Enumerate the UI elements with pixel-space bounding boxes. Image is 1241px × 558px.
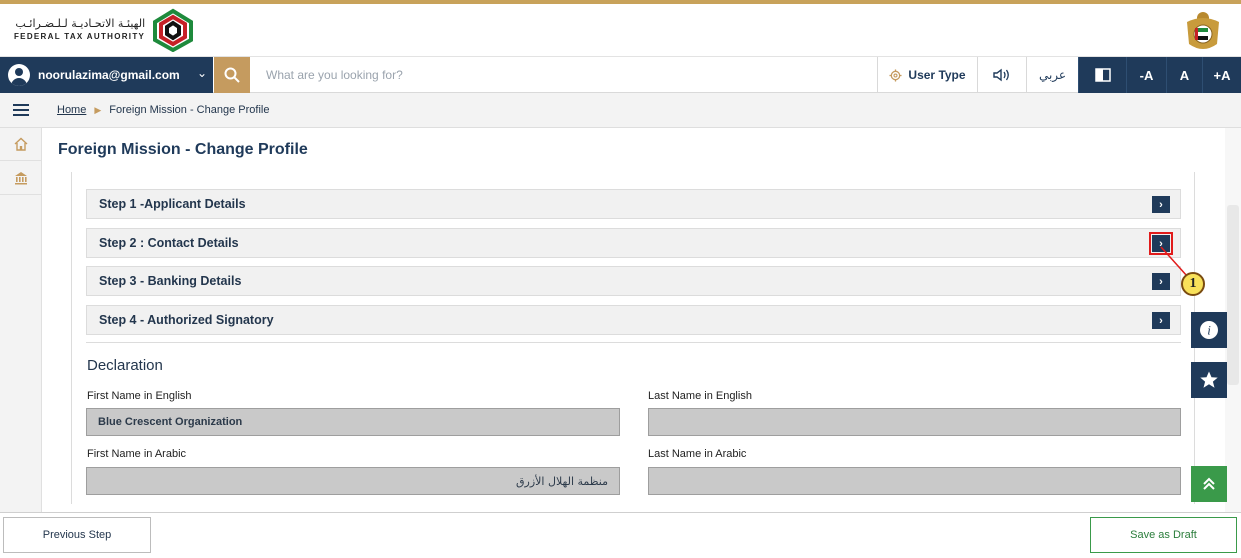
step-4-authorized-signatory[interactable]: Step 4 - Authorized Signatory › (86, 305, 1181, 335)
breadcrumb-home-link[interactable]: Home (57, 104, 86, 116)
chevron-right-icon[interactable]: › (1152, 312, 1170, 329)
last-name-en-field[interactable] (648, 408, 1181, 436)
svg-text:i: i (1207, 323, 1211, 338)
brand-header: الهيئـة الاتحـاديـة لـلـضـرائـب FEDERAL … (0, 4, 1241, 57)
scrollbar-thumb[interactable] (1227, 205, 1239, 385)
last-name-ar-label: Last Name in Arabic (648, 448, 747, 460)
bank-icon (15, 172, 27, 185)
gear-icon (889, 68, 902, 82)
info-button[interactable]: i (1191, 312, 1227, 348)
speaker-icon (993, 68, 1009, 82)
read-aloud-button[interactable] (977, 57, 1026, 93)
step-3-banking-details[interactable]: Step 3 - Banking Details › (86, 266, 1181, 296)
save-as-draft-button[interactable]: Save as Draft (1090, 517, 1237, 553)
fta-logo-mark-icon (153, 8, 194, 52)
contrast-icon (1094, 68, 1111, 82)
step-label: Step 3 - Banking Details (99, 274, 242, 288)
step-2-contact-details[interactable]: Step 2 : Contact Details › (86, 228, 1181, 258)
sidebar-item-bank[interactable] (0, 162, 42, 195)
main-navbar: noorulazima@gmail.com ⌄ User Type عربي (0, 57, 1241, 93)
step-label: Step 4 - Authorized Signatory (99, 313, 274, 327)
star-icon (1200, 371, 1218, 388)
fta-logo[interactable]: الهيئـة الاتحـاديـة لـلـضـرائـب FEDERAL … (14, 8, 195, 52)
font-normal-button[interactable]: A (1166, 57, 1202, 93)
first-name-en-label: First Name in English (87, 390, 192, 402)
breadcrumb-separator-icon: ▶ (94, 104, 102, 115)
logo-arabic-name: الهيئـة الاتحـاديـة لـلـضـرائـب (15, 17, 146, 30)
user-menu[interactable]: noorulazima@gmail.com ⌄ (0, 57, 213, 93)
user-email: noorulazima@gmail.com (38, 68, 180, 82)
language-switch[interactable]: عربي (1026, 57, 1078, 93)
user-type-label: User Type (908, 68, 966, 82)
breadcrumb: Home ▶ Foreign Mission - Change Profile (57, 104, 269, 116)
info-icon: i (1200, 321, 1218, 339)
contrast-button[interactable] (1078, 57, 1126, 93)
step-1-applicant-details[interactable]: Step 1 -Applicant Details › (86, 189, 1181, 219)
callout-badge: 1 (1181, 272, 1205, 296)
chevron-down-icon: ⌄ (196, 66, 207, 80)
page-title: Foreign Mission - Change Profile (58, 141, 308, 158)
last-name-ar-field[interactable] (648, 467, 1181, 495)
font-increase-button[interactable]: +A (1202, 57, 1241, 93)
uae-emblem-icon (1187, 12, 1219, 49)
sidebar (0, 128, 42, 512)
home-icon (14, 137, 28, 151)
menu-icon[interactable] (13, 104, 29, 116)
first-name-en-field[interactable]: Blue Crescent Organization (86, 408, 620, 436)
step-label: Step 1 -Applicant Details (99, 197, 246, 211)
form-content-panel (71, 172, 1195, 504)
chevron-right-icon[interactable]: › (1152, 196, 1170, 213)
user-type-button[interactable]: User Type (877, 57, 977, 93)
user-avatar-icon (8, 64, 30, 86)
first-name-ar-field[interactable]: منظمة الهلال الأزرق (86, 467, 620, 495)
sidebar-item-home[interactable] (0, 128, 42, 161)
breadcrumb-bar: Home ▶ Foreign Mission - Change Profile (0, 93, 1241, 128)
search-button[interactable] (214, 57, 250, 93)
chevron-right-icon[interactable]: › (1152, 273, 1170, 290)
chevron-right-icon[interactable]: › (1149, 232, 1173, 255)
section-divider (86, 342, 1181, 343)
breadcrumb-current: Foreign Mission - Change Profile (109, 104, 270, 116)
last-name-en-label: Last Name in English (648, 390, 752, 402)
scroll-to-top-button[interactable] (1191, 466, 1227, 502)
logo-text: الهيئـة الاتحـاديـة لـلـضـرائـب FEDERAL … (14, 17, 145, 43)
scroll-up-icon (1203, 477, 1215, 490)
previous-step-button[interactable]: Previous Step (3, 517, 151, 553)
favorite-button[interactable] (1191, 362, 1227, 398)
search-icon (224, 67, 240, 83)
search-input[interactable] (258, 57, 858, 93)
first-name-ar-label: First Name in Arabic (87, 448, 187, 460)
logo-english-name: FEDERAL TAX AUTHORITY (14, 32, 146, 41)
step-label: Step 2 : Contact Details (99, 236, 239, 250)
declaration-title: Declaration (87, 357, 163, 374)
form-footer: Previous Step Save as Draft (0, 512, 1241, 558)
font-decrease-button[interactable]: -A (1126, 57, 1166, 93)
